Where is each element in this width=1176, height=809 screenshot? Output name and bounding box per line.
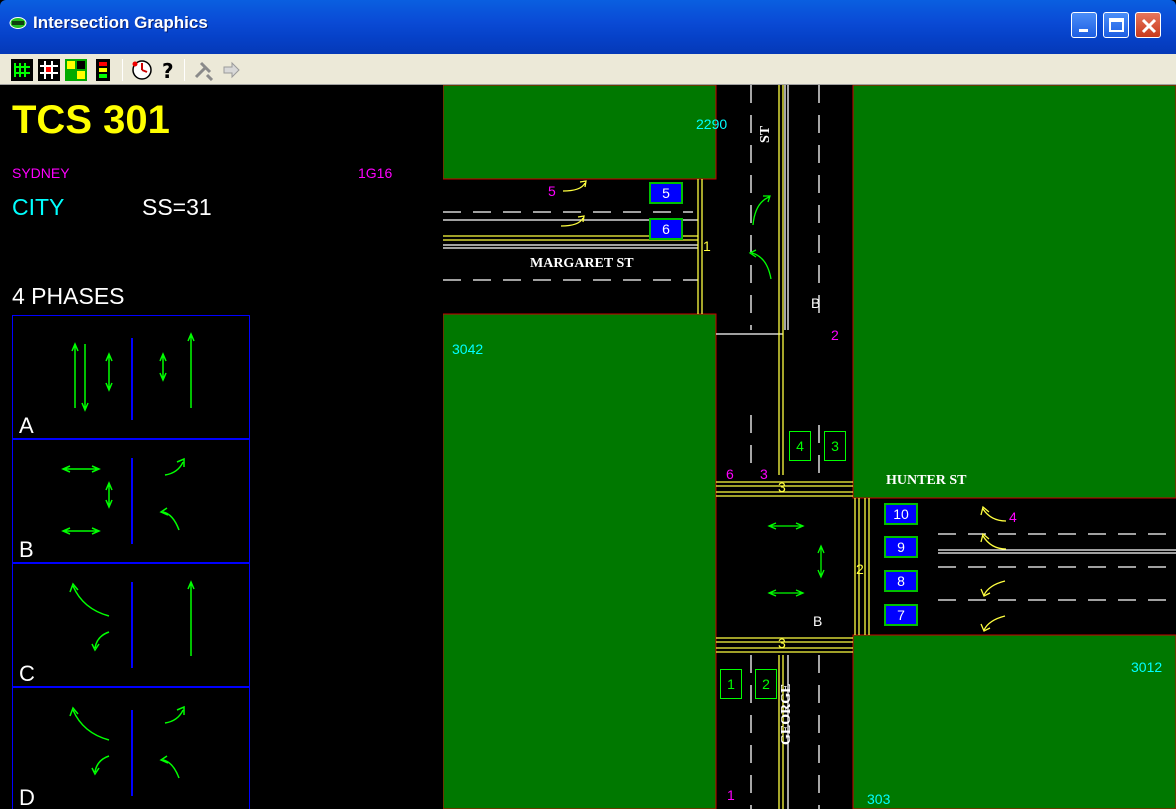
marker-b-north: B [811, 295, 821, 311]
phase-d-diagram: D [19, 705, 185, 809]
toolbar: ? [0, 54, 1176, 85]
marker-1: 1 [727, 787, 735, 803]
marker-2: 2 [831, 327, 839, 343]
signal-icon[interactable] [92, 59, 114, 81]
stopline-2: 2 [856, 561, 864, 577]
block-label-2290: 2290 [696, 116, 728, 132]
clock-icon[interactable] [131, 59, 153, 81]
maximize-icon [1109, 18, 1124, 32]
minimize-icon [1079, 29, 1088, 32]
app-icon [9, 17, 27, 29]
stopline-1: 1 [703, 238, 711, 254]
stopline-3-north: 3 [778, 479, 786, 495]
block-label-3042: 3042 [452, 341, 484, 357]
minimize-button[interactable] [1071, 12, 1097, 38]
toolbar-separator [184, 59, 185, 81]
street-margaret: MARGARET ST [530, 256, 634, 271]
block-label-3012: 3012 [1131, 659, 1163, 675]
grid-icon[interactable] [38, 59, 60, 81]
tools-icon[interactable] [193, 59, 215, 81]
stopline-3-south: 3 [778, 635, 786, 651]
region-label: SYDNEY [12, 165, 70, 181]
window-title: Intersection Graphics [33, 13, 208, 32]
detector-10[interactable]: 10 [884, 503, 918, 525]
phase-a-diagram: A [19, 332, 195, 438]
street-hunter: HUNTER ST [886, 473, 967, 488]
detector-9[interactable]: 9 [884, 536, 918, 558]
close-button[interactable] [1135, 12, 1161, 38]
phase-d-letter: D [19, 785, 35, 809]
phase-b-diagram: B [19, 457, 185, 562]
detector-8[interactable]: 8 [884, 570, 918, 592]
lane-detector-1[interactable]: 1 [720, 669, 742, 699]
close-icon [1141, 18, 1157, 34]
detector-6[interactable]: 6 [649, 218, 683, 240]
phases-icon[interactable] [11, 59, 33, 81]
tcs-label: TCS 301 [12, 98, 170, 142]
marker-3: 3 [760, 466, 768, 482]
marker-b-south: B [813, 613, 823, 629]
maximize-button[interactable] [1103, 12, 1129, 38]
detector-5[interactable]: 5 [649, 182, 683, 204]
street-st: ST [758, 125, 773, 143]
marker-5: 5 [548, 183, 556, 199]
ss-label: SS=31 [142, 194, 212, 220]
detector-7[interactable]: 7 [884, 604, 918, 626]
phase-c-panel[interactable]: C [12, 563, 250, 687]
phase-b-letter: B [19, 537, 34, 562]
block-label-303: 303 [867, 791, 891, 807]
marker-4: 4 [1009, 509, 1017, 525]
lane-detector-3[interactable]: 3 [824, 431, 846, 461]
phase-c-letter: C [19, 661, 35, 686]
phase-d-panel[interactable]: D [12, 687, 250, 809]
phase-c-diagram: C [19, 580, 195, 686]
phase-b-panel[interactable]: B [12, 439, 250, 563]
street-george: GEORGE [779, 683, 794, 745]
area-label: CITY [12, 194, 65, 220]
phase-a-panel[interactable]: A [12, 315, 250, 439]
split-icon[interactable] [65, 59, 87, 81]
code-label: 1G16 [358, 165, 393, 181]
intersection-map[interactable]: 2290 3042 3012 303 MARGARET ST HUNTER ST… [443, 85, 1176, 809]
phase-a-letter: A [19, 413, 34, 438]
marker-6: 6 [726, 466, 734, 482]
toolbar-separator [122, 59, 123, 81]
title-bar: Intersection Graphics [0, 0, 1176, 54]
lane-detector-2[interactable]: 2 [755, 669, 777, 699]
help-icon[interactable]: ? [157, 59, 179, 81]
phases-label: 4 PHASES [12, 283, 125, 309]
lane-detector-4[interactable]: 4 [789, 431, 811, 461]
arrow-icon[interactable] [220, 59, 242, 81]
svg-text:?: ? [162, 59, 174, 81]
